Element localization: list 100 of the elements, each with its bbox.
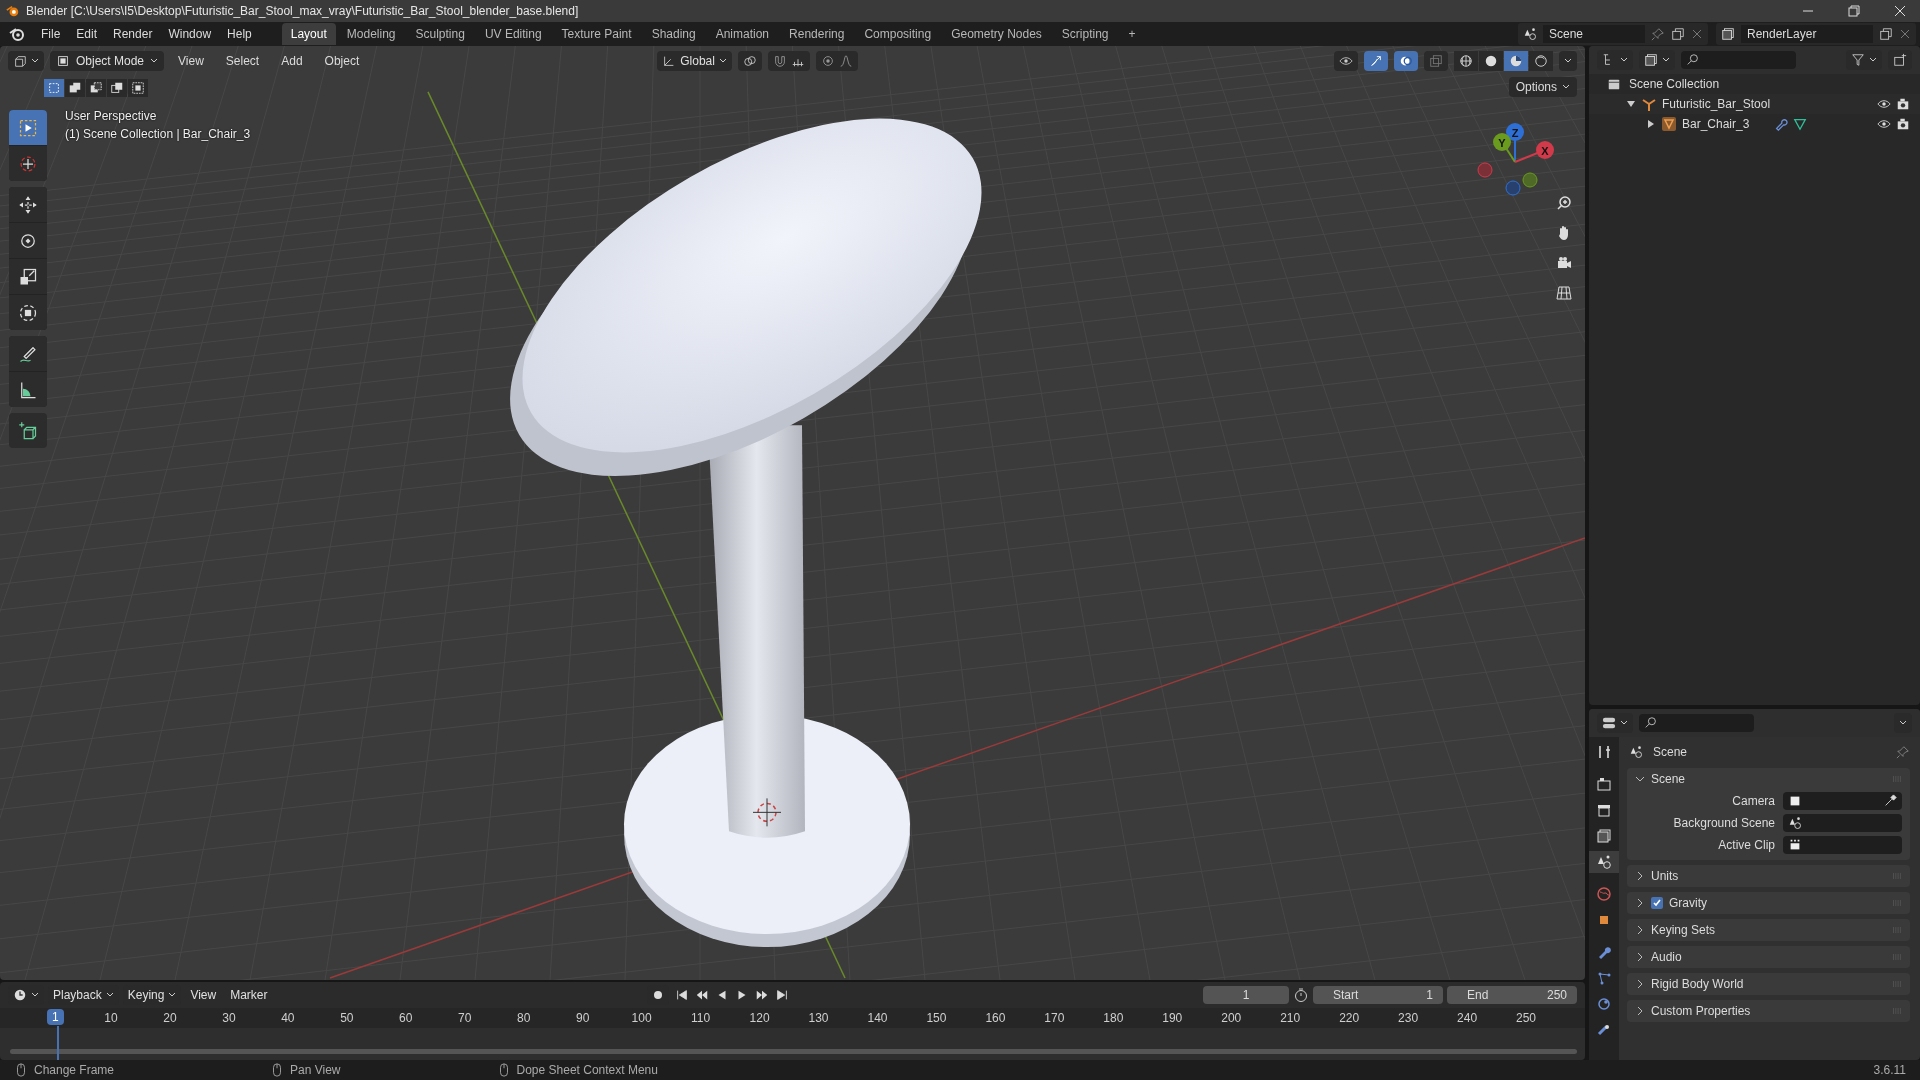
checkbox[interactable] [1651, 897, 1663, 909]
stopwatch-icon[interactable] [1293, 987, 1309, 1003]
panel-header[interactable]: Scene [1627, 768, 1910, 790]
copy-icon[interactable] [1671, 27, 1685, 41]
pivot-button[interactable] [737, 51, 762, 71]
chevron-icon[interactable] [1635, 898, 1645, 908]
view-menu-item[interactable]: Add [273, 51, 311, 71]
start-frame-field[interactable]: Start 1 [1313, 986, 1443, 1004]
select-box-tool[interactable] [9, 110, 47, 145]
select-new-button[interactable] [44, 79, 64, 97]
mode-dropdown[interactable]: Object Mode [50, 51, 165, 71]
object-field[interactable] [1783, 814, 1902, 832]
wireframe-shading-button[interactable] [1454, 51, 1478, 71]
panel-header[interactable]: Gravity [1627, 892, 1910, 914]
eyedropper-icon[interactable] [1883, 794, 1897, 808]
visibility-button[interactable] [1334, 51, 1358, 71]
gizmo-axis-handle[interactable] [1505, 180, 1521, 196]
options-dropdown[interactable]: Options [1508, 77, 1577, 97]
pin-icon[interactable] [1651, 27, 1665, 41]
end-frame-field[interactable]: End 250 [1447, 986, 1577, 1004]
disclosure-triangle-icon[interactable] [1646, 119, 1656, 129]
previous-keyframe-icon[interactable] [694, 988, 709, 1002]
view-menu-item[interactable]: View [170, 51, 212, 71]
close-icon[interactable] [1691, 28, 1703, 40]
select-extend-button[interactable] [65, 79, 85, 97]
workspace-tab[interactable]: Compositing [855, 23, 941, 45]
scale-tool[interactable] [9, 259, 47, 294]
close-icon[interactable] [1899, 28, 1911, 40]
jump-start-icon[interactable] [674, 988, 689, 1002]
panel-header[interactable]: Units [1627, 865, 1910, 887]
view-menu-item[interactable]: Select [217, 51, 268, 71]
xray-button[interactable] [1424, 51, 1448, 71]
filter-button[interactable] [1846, 50, 1882, 70]
new-collection-button[interactable] [1888, 50, 1912, 70]
eye-icon[interactable] [1877, 117, 1891, 131]
mesh-data-icon[interactable] [1793, 117, 1808, 131]
chevron-icon[interactable] [1635, 925, 1645, 935]
workspace-tab[interactable]: Animation [706, 23, 779, 45]
chevron-icon[interactable] [1635, 979, 1645, 989]
workspace-tab[interactable]: UV Editing [475, 23, 551, 45]
add-workspace-button[interactable]: + [1119, 23, 1145, 45]
disclosure-triangle-icon[interactable] [1626, 99, 1636, 109]
panel-header[interactable]: Rigid Body World [1627, 973, 1910, 995]
editor-type-button[interactable] [1597, 50, 1633, 70]
annotate-tool[interactable] [9, 336, 47, 371]
solid-shading-button[interactable] [1479, 51, 1503, 71]
outliner-row[interactable]: Scene Collection [1589, 74, 1920, 94]
rendered-shading-button[interactable] [1529, 51, 1553, 71]
workspace-tab[interactable]: Rendering [780, 23, 854, 45]
panel-header[interactable]: Custom Properties [1627, 1000, 1910, 1022]
view-menu-item[interactable]: Object [316, 51, 368, 71]
menu-item[interactable]: Help [219, 24, 260, 44]
search-field[interactable] [1681, 51, 1796, 69]
scrollbar[interactable] [10, 1049, 1577, 1054]
material-shading-button[interactable] [1504, 51, 1528, 71]
chevron-icon[interactable] [1635, 871, 1645, 881]
next-keyframe-icon[interactable] [754, 988, 769, 1002]
copy-icon[interactable] [1879, 27, 1893, 41]
menu-item[interactable]: Render [105, 24, 161, 44]
timeline-menu[interactable]: View [185, 985, 222, 1005]
menu-item[interactable]: Edit [68, 24, 106, 44]
menu-item[interactable]: File [33, 24, 69, 44]
workspace-tab[interactable]: Layout [281, 23, 336, 45]
gizmo-axis-handle[interactable] [1522, 172, 1538, 188]
object-field[interactable] [1783, 792, 1902, 810]
eye-icon[interactable] [1877, 97, 1891, 111]
panel-header[interactable]: Keying Sets [1627, 919, 1910, 941]
workspace-tab[interactable]: Scripting [1052, 23, 1118, 45]
select-intersect-button[interactable] [128, 79, 148, 97]
workspace-tab[interactable]: Modeling [337, 23, 405, 45]
current-frame-field[interactable]: 1 [1203, 986, 1289, 1004]
wrench-icon[interactable] [1774, 117, 1789, 131]
view-layer-selector[interactable]: RenderLayer [1716, 23, 1916, 45]
measure-tool[interactable] [9, 372, 47, 407]
3d-viewport[interactable]: Object Mode View Select Add Object Global Options User Perspective (1) Scene Collection | Bar_Chair_3 Z Y X [0, 46, 1585, 980]
gizmo-axis-handle[interactable]: X [1514, 141, 1554, 163]
bar-stool-drawing[interactable] [510, 118, 982, 948]
camera-icon[interactable] [1896, 117, 1910, 131]
cursor-tool[interactable] [9, 146, 47, 181]
gizmo-toggle-button[interactable] [1364, 51, 1388, 71]
restore-icon[interactable] [1848, 5, 1860, 17]
add-cube-tool[interactable] [9, 413, 47, 448]
move-tool[interactable] [9, 187, 47, 222]
snap-button[interactable] [767, 51, 810, 71]
object-field[interactable] [1783, 836, 1902, 854]
proportional-edit-button[interactable] [815, 51, 858, 71]
select-invert-button[interactable] [107, 79, 127, 97]
editor-type-button[interactable] [1597, 713, 1633, 733]
pin-icon[interactable] [1896, 745, 1910, 759]
search-field[interactable] [1639, 714, 1754, 732]
workspace-tab[interactable]: Sculpting [406, 23, 474, 45]
playhead[interactable]: 1 [47, 1009, 64, 1025]
transform-tool[interactable] [9, 295, 47, 330]
chevron-icon[interactable] [1635, 1006, 1645, 1016]
workspace-tab[interactable]: Geometry Nodes [942, 23, 1051, 45]
workspace-tab[interactable]: Shading [642, 23, 705, 45]
display-mode-button[interactable] [1639, 50, 1675, 70]
select-subtract-button[interactable] [86, 79, 106, 97]
timeline-menu[interactable]: Marker [225, 985, 273, 1005]
scene-selector[interactable]: Scene [1518, 23, 1708, 45]
